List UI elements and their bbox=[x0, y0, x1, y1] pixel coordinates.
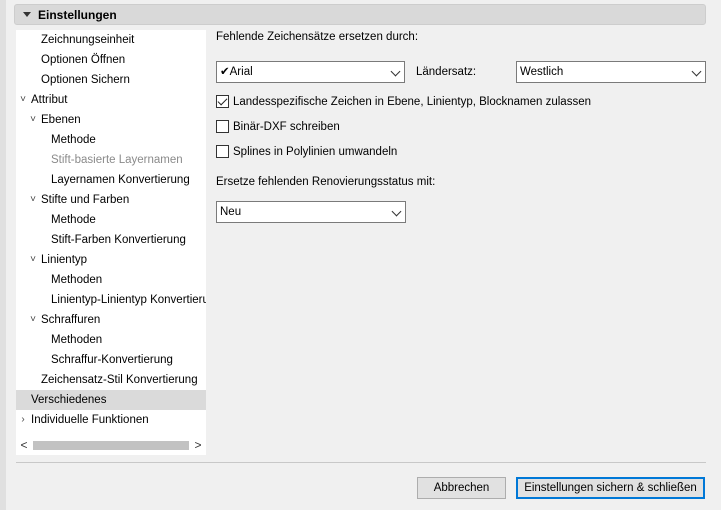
tree-item[interactable]: Stift-basierte Layernamen bbox=[16, 150, 206, 170]
tree-item[interactable]: ˅ Ebenen bbox=[16, 110, 206, 130]
tree-item-label: Methode bbox=[51, 134, 96, 146]
renovation-status-select[interactable]: Neu bbox=[216, 201, 406, 223]
tree-item-label: Layernamen Konvertierung bbox=[51, 174, 190, 186]
tree-item[interactable]: Stift-Farben Konvertierung bbox=[16, 230, 206, 250]
footer-divider bbox=[16, 462, 706, 463]
tree-item-label: Linientyp bbox=[41, 254, 88, 266]
country-chars-checkbox[interactable] bbox=[216, 95, 229, 108]
collapse-triangle-icon[interactable] bbox=[23, 12, 31, 17]
chevron-down-icon[interactable]: ˅ bbox=[28, 110, 38, 130]
tree-item-label: Schraffur-Konvertierung bbox=[51, 354, 173, 366]
tree-item-label: Stift-basierte Layernamen bbox=[51, 154, 183, 166]
chevron-down-icon[interactable]: ˅ bbox=[28, 250, 38, 270]
tree-item[interactable]: Verschiedenes bbox=[16, 390, 206, 410]
tree-item-label: Attribut bbox=[31, 94, 68, 106]
renovation-status-value: Neu bbox=[220, 206, 242, 218]
tree-item[interactable]: Methode bbox=[16, 210, 206, 230]
tree-item[interactable]: ˅ Attribut bbox=[16, 90, 206, 110]
tree-item[interactable]: ˅ Schraffuren bbox=[16, 310, 206, 330]
tree-item-label: Zeichnungseinheit bbox=[41, 34, 135, 46]
country-set-value: Westlich bbox=[520, 66, 564, 78]
tree-item[interactable]: Optionen Sichern bbox=[16, 70, 206, 90]
tree-item-label: Zeichensatz-Stil Konvertierung bbox=[41, 374, 198, 386]
splines-option[interactable]: Splines in Polylinien umwandeln bbox=[216, 145, 397, 158]
tree-item-label: Methode bbox=[51, 214, 96, 226]
tree-item[interactable]: › Individuelle Funktionen bbox=[16, 410, 206, 430]
tree-item[interactable]: Zeichnungseinheit bbox=[16, 30, 206, 50]
tree-item-label: Methoden bbox=[51, 274, 103, 286]
tree-item-label: Verschiedenes bbox=[31, 394, 107, 406]
tree-item-label: Stift-Farben Konvertierung bbox=[51, 234, 186, 246]
font-select[interactable]: ✔Arial bbox=[216, 61, 405, 83]
tree-item[interactable]: Methoden bbox=[16, 330, 206, 350]
save-and-close-button[interactable]: Einstellungen sichern & schließen bbox=[516, 477, 705, 499]
window-edge bbox=[0, 0, 6, 510]
section-title: Einstellungen bbox=[38, 7, 117, 22]
tree-item[interactable]: Optionen Öffnen bbox=[16, 50, 206, 70]
chevron-down-icon bbox=[391, 206, 402, 217]
tree-item-label: Optionen Öffnen bbox=[41, 54, 126, 66]
chevron-down-icon[interactable]: ˅ bbox=[18, 90, 28, 110]
tree-item-label: Ebenen bbox=[41, 114, 81, 126]
tree-item-label: Individuelle Funktionen bbox=[31, 414, 149, 426]
chevron-down-icon bbox=[390, 66, 401, 77]
tree-item[interactable]: Linientyp-Linientyp Konvertierung bbox=[16, 290, 206, 310]
scroll-left-arrow-icon[interactable]: < bbox=[17, 436, 31, 455]
scroll-right-arrow-icon[interactable]: > bbox=[191, 436, 205, 455]
font-select-value: ✔Arial bbox=[220, 66, 253, 78]
chevron-down-icon[interactable]: ˅ bbox=[28, 310, 38, 330]
binary-dxf-option[interactable]: Binär-DXF schreiben bbox=[216, 120, 340, 133]
tree-item[interactable]: Zeichensatz-Stil Konvertierung bbox=[16, 370, 206, 390]
missing-fonts-label: Fehlende Zeichensätze ersetzen durch: bbox=[216, 31, 419, 43]
country-set-select[interactable]: Westlich bbox=[516, 61, 706, 83]
tree-item[interactable]: Methode bbox=[16, 130, 206, 150]
settings-section-header[interactable]: Einstellungen bbox=[14, 4, 706, 25]
binary-dxf-label: Binär-DXF schreiben bbox=[233, 120, 340, 133]
tree-horizontal-scrollbar[interactable]: < > bbox=[16, 436, 206, 455]
splines-label: Splines in Polylinien umwandeln bbox=[233, 145, 398, 158]
chevron-down-icon bbox=[691, 66, 702, 77]
tree-item-label: Methoden bbox=[51, 334, 103, 346]
chevron-right-icon[interactable]: › bbox=[18, 410, 28, 430]
tree-item-label: Linientyp-Linientyp Konvertierung bbox=[51, 294, 206, 306]
country-set-label: Ländersatz: bbox=[416, 66, 477, 78]
renovation-status-label: Ersetze fehlenden Renovierungsstatus mit… bbox=[216, 176, 436, 188]
binary-dxf-checkbox[interactable] bbox=[216, 120, 229, 133]
country-chars-option[interactable]: Landesspezifische Zeichen in Ebene, Lini… bbox=[216, 95, 591, 108]
country-chars-label: Landesspezifische Zeichen in Ebene, Lini… bbox=[233, 95, 591, 108]
tree-item[interactable]: ˅ Stifte und Farben bbox=[16, 190, 206, 210]
splines-checkbox[interactable] bbox=[216, 145, 229, 158]
tree-item[interactable]: Layernamen Konvertierung bbox=[16, 170, 206, 190]
tree-item[interactable]: Schraffur-Konvertierung bbox=[16, 350, 206, 370]
tree-item-label: Schraffuren bbox=[41, 314, 101, 326]
scrollbar-thumb[interactable] bbox=[33, 441, 189, 450]
settings-tree[interactable]: Zeichnungseinheit Optionen Öffnen Optionen… bbox=[16, 30, 206, 455]
tree-item[interactable]: ˅ Linientyp bbox=[16, 250, 206, 270]
tree-item[interactable]: Methoden bbox=[16, 270, 206, 290]
tree-item-label: Optionen Sichern bbox=[41, 74, 130, 86]
chevron-down-icon[interactable]: ˅ bbox=[28, 190, 38, 210]
cancel-button[interactable]: Abbrechen bbox=[417, 477, 506, 499]
tree-item-label: Stifte und Farben bbox=[41, 194, 130, 206]
